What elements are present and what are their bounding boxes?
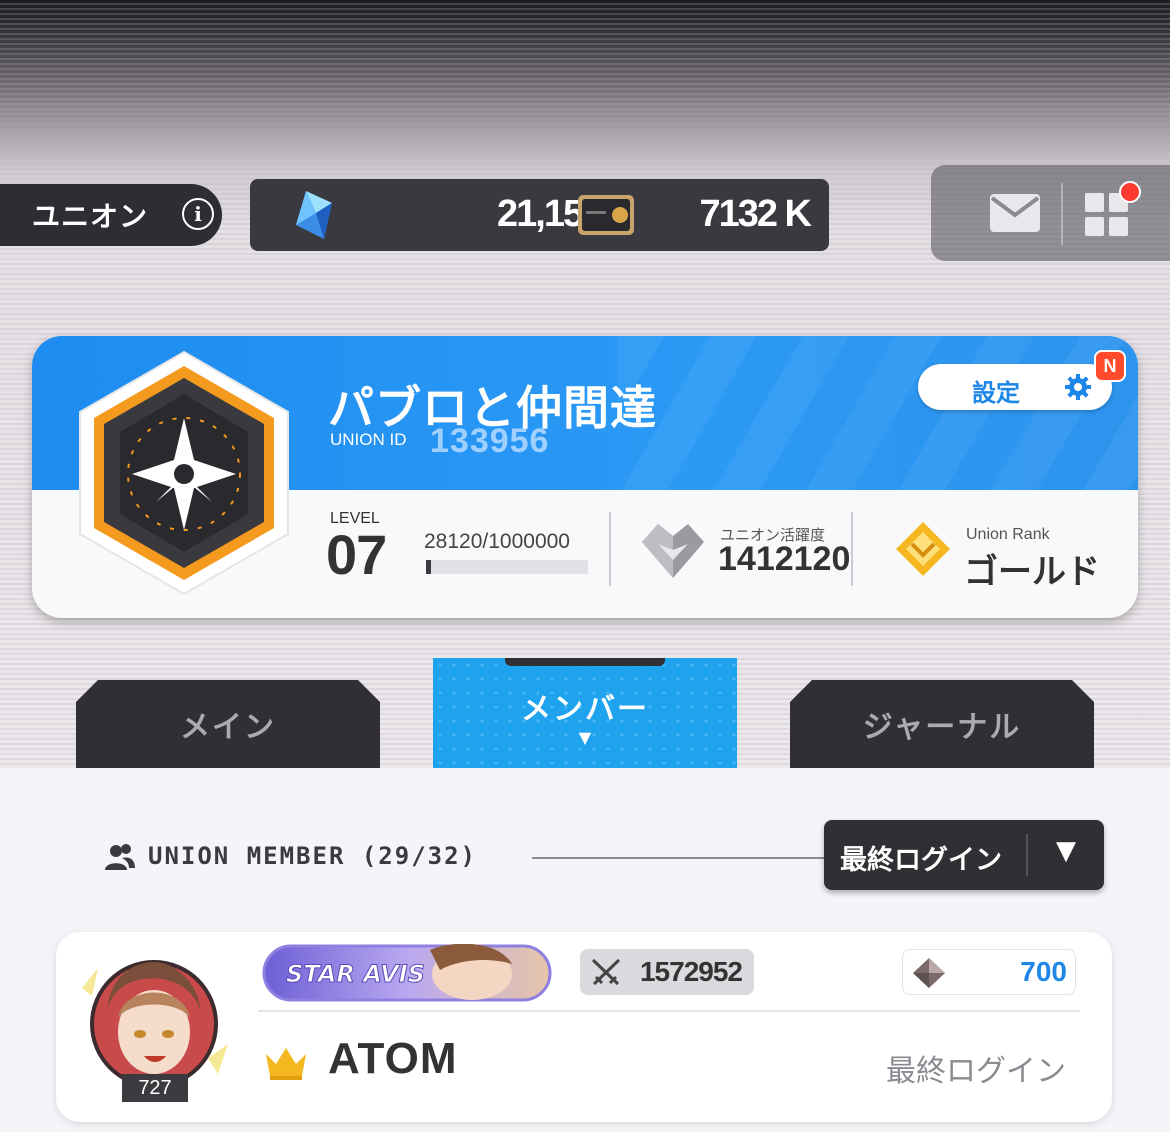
divider — [258, 1010, 1080, 1012]
new-badge: N — [1094, 350, 1126, 382]
union-level: 07 — [326, 523, 387, 586]
info-icon[interactable]: i — [182, 198, 214, 230]
last-login: 最終ログイン — [886, 1054, 1066, 1089]
section-divider — [532, 857, 832, 859]
gold-rank-icon — [896, 522, 950, 576]
member-row[interactable]: 727 STAR AVIS 1572952 700 ATOM 最終ログイン — [56, 932, 1112, 1122]
settings-label: 設定 — [972, 379, 1020, 407]
avatar-level: 727 — [122, 1074, 188, 1102]
tab-members-label: メンバー — [521, 692, 649, 727]
mail-icon[interactable] — [989, 193, 1041, 233]
gem-icon — [296, 191, 332, 239]
tab-main[interactable]: メイン — [76, 680, 380, 768]
gear-icon — [1065, 374, 1091, 400]
caret-down-icon: ▼ — [578, 728, 592, 747]
union-card: パブロと仲間達 UNION ID 133956 設定 N LEVEL 07 28… — [32, 336, 1138, 618]
divider — [609, 512, 611, 586]
tab-members[interactable]: メンバー ▼ — [433, 658, 737, 768]
union-id-label: UNION ID — [330, 430, 407, 449]
tab-journal-label: ジャーナル — [862, 710, 1022, 745]
rank-label: Union Rank — [966, 526, 1050, 543]
tab-journal[interactable]: ジャーナル — [790, 680, 1094, 768]
member-name: ATOM — [328, 1034, 458, 1083]
members-icon — [105, 844, 135, 870]
divider — [1061, 183, 1063, 245]
divider — [1026, 834, 1028, 876]
union-emblem-icon — [79, 350, 289, 596]
contribution-value: 700 — [1020, 956, 1067, 987]
page-title: ユニオン — [32, 200, 149, 233]
combat-power-value: 1572952 — [639, 956, 743, 987]
contribution: 700 — [902, 949, 1076, 995]
combat-power: 1572952 — [580, 949, 754, 995]
divider — [851, 512, 853, 586]
svg-text:STAR AVIS: STAR AVIS — [286, 960, 425, 988]
member-banner-image: STAR AVIS — [262, 944, 552, 1002]
dropdown-arrow-icon: ▼ — [1056, 836, 1076, 866]
activity-shield-icon — [642, 524, 704, 578]
header-pattern — [618, 336, 1138, 490]
exp-text: 28120/1000000 — [424, 530, 570, 553]
activity-value: 1412120 — [718, 540, 851, 578]
credit-count: 7132 K — [699, 193, 812, 235]
crossed-swords-icon — [591, 958, 621, 986]
page-title-pill: ユニオン i — [0, 184, 222, 246]
tab-notch — [505, 658, 665, 666]
exp-progress-fill — [426, 560, 431, 574]
settings-button[interactable]: 設定 — [918, 364, 1112, 410]
notification-dot — [1119, 181, 1141, 203]
currency-bar: 21,156 + 7132 K — [250, 179, 829, 251]
crown-icon — [266, 1048, 306, 1080]
credit-card-icon — [578, 195, 634, 235]
tab-main-label: メイン — [180, 710, 276, 745]
contribution-gem-icon — [913, 958, 945, 988]
rank-value: ゴールド — [964, 552, 1100, 592]
union-member-count: UNION MEMBER (29/32) — [148, 842, 477, 870]
sort-dropdown[interactable]: 最終ログイン ▼ — [824, 820, 1104, 890]
exp-progress-bar — [426, 560, 588, 574]
top-right-panel — [931, 165, 1170, 261]
sort-selected-label: 最終ログイン — [840, 845, 1002, 876]
union-id: 133956 — [430, 422, 550, 460]
